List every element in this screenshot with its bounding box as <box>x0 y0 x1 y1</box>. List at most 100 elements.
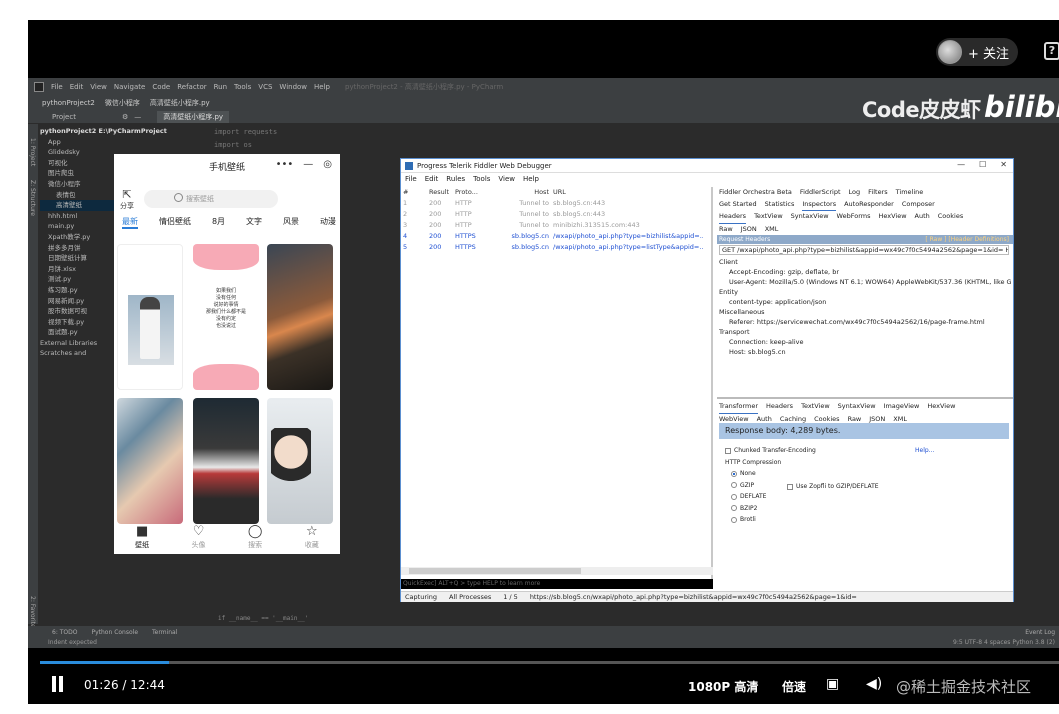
tree-item[interactable]: App <box>40 137 212 148</box>
tab-req-hexview[interactable]: HexView <box>878 211 906 224</box>
chunked-checkbox-row[interactable]: Chunked Transfer-Encoding Help... <box>725 445 1009 457</box>
table-row[interactable]: 4 200 HTTPS sb.blog5.cn /wxapi/photo_api… <box>401 230 711 241</box>
ide-menu-help[interactable]: Help <box>314 83 330 91</box>
radio-button[interactable] <box>731 505 737 511</box>
header-group[interactable]: Client <box>719 257 1011 267</box>
tab-resp-textview[interactable]: TextView <box>801 401 830 414</box>
wallpaper-thumbnail[interactable] <box>193 398 259 524</box>
python-console-button[interactable]: Python Console <box>91 629 138 636</box>
tab-req-webforms[interactable]: WebForms <box>837 211 871 224</box>
fiddler-menu-file[interactable]: File <box>405 175 417 183</box>
wallpaper-thumbnail[interactable]: 如果我们 没有任何 说好的事情 那我们什么都不是 没有约定 也没说过 <box>193 244 259 390</box>
table-row[interactable]: 1 200 HTTP Tunnel to sb.blog5.cn:443 <box>401 197 711 208</box>
tab-req-cookies[interactable]: Cookies <box>938 211 963 224</box>
radio-bzip2[interactable]: BZIP2 <box>725 503 1009 515</box>
tab-resp-transformer[interactable]: Transformer <box>719 401 759 414</box>
column-header-url[interactable]: URL <box>553 188 703 196</box>
code-editor[interactable]: import requests import os <box>214 126 277 152</box>
tab-latest[interactable]: 最新 <box>122 216 138 229</box>
column-header-host[interactable]: Host <box>493 188 553 196</box>
side-label-structure[interactable]: Z: Structure <box>29 180 36 216</box>
radio-brotli[interactable]: Brotli <box>725 514 1009 526</box>
ide-menu-tools[interactable]: Tools <box>234 83 251 91</box>
tab-filters[interactable]: Filters <box>868 187 887 199</box>
fiddler-menu-help[interactable]: Help <box>523 175 539 183</box>
tab-orchestra[interactable]: Fiddler Orchestra Beta <box>719 187 792 199</box>
fiddler-menu-tools[interactable]: Tools <box>473 175 490 183</box>
column-header-result[interactable]: Result <box>429 188 455 196</box>
tab-resp-syntaxview[interactable]: SyntaxView <box>838 401 876 414</box>
header-definitions-link[interactable]: [ Raw ] [Header Definitions] <box>925 235 1009 244</box>
wallpaper-thumbnail[interactable] <box>267 244 333 390</box>
nav-item-avatar[interactable]: ♡ 头像 <box>192 524 206 554</box>
tab-resp-hexview[interactable]: HexView <box>927 401 955 414</box>
event-log-button[interactable]: Event Log <box>1025 629 1055 636</box>
column-header-protocol[interactable]: Proto... <box>455 188 493 196</box>
ide-menu-run[interactable]: Run <box>214 83 227 91</box>
tab-req-textview[interactable]: TextView <box>754 211 783 224</box>
more-icon[interactable]: ••• <box>276 159 294 170</box>
nav-item-wallpaper[interactable]: ■ 壁纸 <box>135 524 149 554</box>
tab-couple[interactable]: 情侣壁纸 <box>159 216 191 229</box>
ide-menu-refactor[interactable]: Refactor <box>177 83 206 91</box>
tab-req-json[interactable]: JSON <box>741 224 757 236</box>
ide-menu-window[interactable]: Window <box>279 83 307 91</box>
table-row[interactable]: 5 200 HTTPS sb.blog5.cn /wxapi/photo_api… <box>401 241 711 252</box>
chunked-checkbox[interactable] <box>725 447 731 454</box>
tab-statistics[interactable]: Statistics <box>765 199 795 212</box>
quickexec-input[interactable]: QuickExec] ALT+Q > type HELP to learn mo… <box>401 579 713 589</box>
tab-req-syntaxview[interactable]: SyntaxView <box>791 211 829 224</box>
editor-tab[interactable]: 高清壁纸小程序.py <box>157 110 230 123</box>
side-label-project[interactable]: 1: Project <box>29 138 36 166</box>
follow-button[interactable]: + 关注 <box>936 38 1018 66</box>
table-row[interactable]: 2 200 HTTP Tunnel to sb.blog5.cn:443 <box>401 208 711 219</box>
danmaku-icon[interactable]: ▣ <box>826 676 839 692</box>
terminal-button[interactable]: Terminal <box>152 629 177 636</box>
zopfli-checkbox[interactable] <box>787 483 793 490</box>
header-entry[interactable]: User-Agent: Mozilla/5.0 (Windows NT 6.1;… <box>719 277 1011 287</box>
close-button[interactable]: ✕ <box>1000 160 1007 169</box>
header-entry[interactable]: Connection: keep-alive <box>719 337 1011 347</box>
capturing-toggle[interactable]: Capturing <box>405 593 437 601</box>
help-icon[interactable]: ? <box>1044 42 1059 60</box>
tab-resp-imageview[interactable]: ImageView <box>884 401 920 414</box>
minimize-button[interactable]: — <box>957 160 965 169</box>
header-group[interactable]: Entity <box>719 287 1011 297</box>
tab-log[interactable]: Log <box>849 187 861 199</box>
scrollbar-thumb[interactable] <box>409 568 581 574</box>
volume-icon[interactable]: ◀) <box>866 676 882 692</box>
ide-menu-view[interactable]: View <box>90 83 107 91</box>
wallpaper-thumbnail[interactable] <box>267 398 333 524</box>
minus-icon[interactable]: — <box>134 113 141 121</box>
table-row[interactable]: 3 200 HTTP Tunnel to minibizhi.313515.co… <box>401 219 711 230</box>
radio-button[interactable] <box>731 516 737 523</box>
ide-menu-vcs[interactable]: VCS <box>258 83 272 91</box>
header-entry[interactable]: Referer: https://servicewechat.com/wx49c… <box>719 317 1011 327</box>
tab-req-auth[interactable]: Auth <box>915 211 930 224</box>
request-line[interactable]: GET /wxapi/photo_api.php?type=bizhilist&… <box>719 245 1009 255</box>
radio-none[interactable]: None <box>725 468 1009 480</box>
tab-resp-headers[interactable]: Headers <box>766 401 793 414</box>
tree-item[interactable]: pythonProject2 E:\PyCharmProject <box>40 126 212 137</box>
header-entry[interactable]: Host: sb.blog5.cn <box>719 347 1011 357</box>
tab-timeline[interactable]: Timeline <box>896 187 924 199</box>
project-view-label[interactable]: Project <box>52 113 76 121</box>
gear-icon[interactable]: ⚙ <box>122 113 128 121</box>
column-header-number[interactable]: # <box>403 188 429 196</box>
todo-tool-button[interactable]: 6: TODO <box>52 629 77 636</box>
tab-scenery[interactable]: 风景 <box>283 216 299 229</box>
tab-anime[interactable]: 动漫 <box>320 216 336 229</box>
wallpaper-thumbnail[interactable] <box>117 398 183 524</box>
close-circle-icon[interactable]: ◎ <box>323 159 332 170</box>
process-filter[interactable]: All Processes <box>449 593 491 601</box>
header-entry[interactable]: content-type: application/json <box>719 297 1011 307</box>
tab-req-raw[interactable]: Raw <box>719 224 733 236</box>
nav-item-search[interactable]: ◯ 搜索 <box>248 524 263 554</box>
radio-button[interactable] <box>731 470 737 477</box>
share-button[interactable]: ⇱ 分享 <box>120 188 134 211</box>
nav-item-favorites[interactable]: ☆ 收藏 <box>305 524 319 554</box>
header-group[interactable]: Transport <box>719 327 1011 337</box>
tab-autoresponder[interactable]: AutoResponder <box>844 199 894 212</box>
zopfli-checkbox-row[interactable]: Use Zopfli to GZIP/DEFLATE <box>787 481 879 493</box>
ide-menu-code[interactable]: Code <box>152 83 170 91</box>
